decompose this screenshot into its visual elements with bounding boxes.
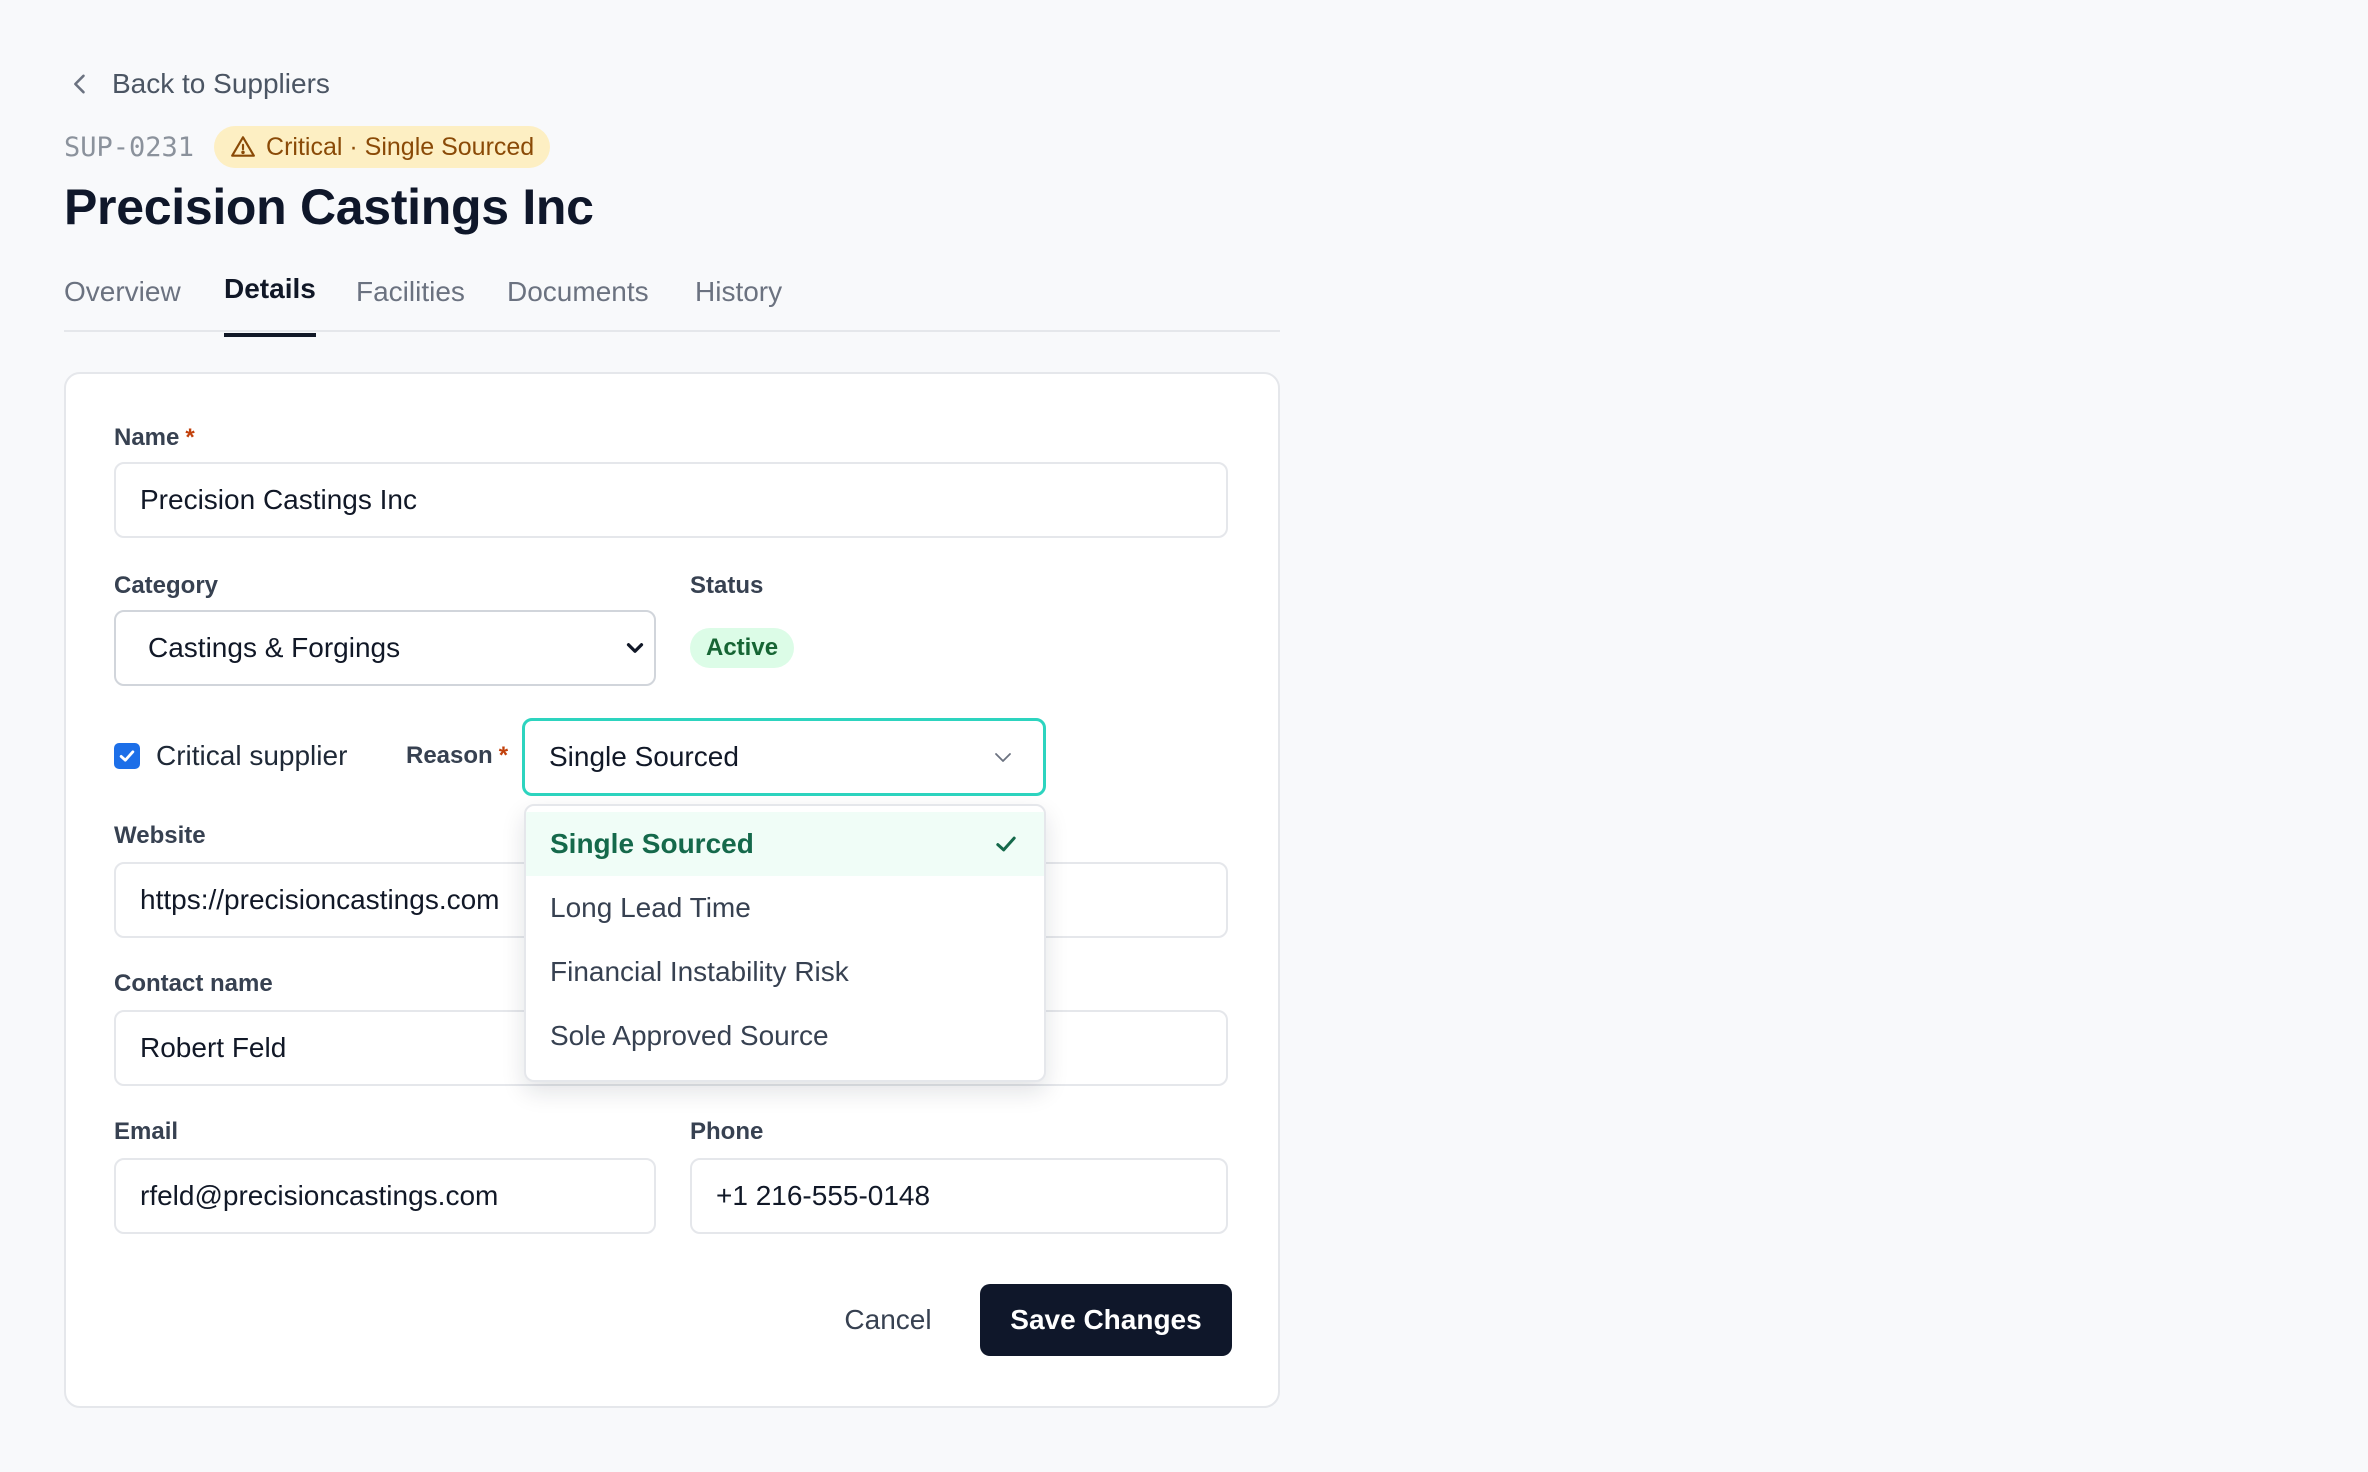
option-label: Sole Approved Source (550, 1020, 829, 1051)
warning-triangle-icon (231, 136, 255, 157)
reason-dropdown-menu: Single Sourced Long Lead Time Financial … (524, 804, 1046, 1082)
reason-option-financial-instability-risk[interactable]: Financial Instability Risk (526, 940, 1044, 1004)
reason-label: Reason * (406, 742, 508, 770)
page-title: Precision Castings Inc (64, 179, 594, 235)
phone-input[interactable]: +1 216-555-0148 (690, 1158, 1228, 1234)
critical-supplier-row: Critical supplier (114, 736, 347, 776)
supplier-id-row: SUP-0231 Critical · Single Sourced (64, 126, 551, 168)
checkmark-icon (119, 750, 135, 762)
category-label: Category (114, 572, 219, 599)
category-select[interactable]: Castings & Forgings (114, 610, 656, 686)
option-label: Financial Instability Risk (550, 956, 849, 987)
required-mark: * (185, 424, 195, 451)
tab-history[interactable]: History (695, 276, 782, 332)
tab-facilities[interactable]: Facilities (356, 276, 465, 332)
reason-value: Single Sourced (549, 741, 739, 772)
status-badge: Active (690, 628, 795, 668)
name-input[interactable]: Precision Castings Inc (114, 462, 1228, 538)
option-label: Single Sourced (550, 828, 754, 859)
chevron-down-icon (626, 643, 644, 653)
option-label: Long Lead Time (550, 892, 751, 923)
reason-option-sole-approved-source[interactable]: Sole Approved Source (526, 1004, 1044, 1068)
reason-option-single-sourced[interactable]: Single Sourced (526, 812, 1044, 876)
status-label: Status (690, 572, 764, 599)
cancel-button[interactable]: Cancel (822, 1284, 954, 1356)
critical-supplier-label: Critical supplier (156, 740, 348, 771)
critical-badge-label: Critical · Single Sourced (266, 132, 535, 161)
tab-bar: Overview Details Facilities Documents Hi… (64, 268, 1280, 337)
supplier-detail-page: Back to Suppliers SUP-0231 Critical · Si… (0, 0, 2368, 1472)
back-to-suppliers-link[interactable]: Back to Suppliers (66, 64, 330, 104)
details-form-card: Name * Precision Castings Inc Category Ca… (64, 372, 1280, 1408)
chevron-left-icon (74, 74, 85, 94)
check-icon (996, 836, 1016, 852)
critical-badge: Critical · Single Sourced (214, 126, 551, 168)
back-link-label: Back to Suppliers (112, 68, 330, 99)
reason-label-text: Reason (406, 742, 493, 769)
website-label: Website (114, 822, 206, 849)
supplier-id: SUP-0231 (64, 131, 195, 163)
reason-select[interactable]: Single Sourced (522, 718, 1046, 796)
name-label: Name * (114, 424, 195, 452)
email-label: Email (114, 1118, 179, 1145)
critical-supplier-checkbox[interactable] (114, 743, 140, 769)
email-input[interactable]: rfeld@precisioncastings.com (114, 1158, 656, 1234)
tab-overview[interactable]: Overview (64, 276, 181, 332)
category-value: Castings & Forgings (148, 632, 401, 663)
tab-details[interactable]: Details (224, 273, 316, 337)
chevron-down-icon (995, 753, 1011, 762)
save-changes-button[interactable]: Save Changes (980, 1284, 1232, 1356)
tab-documents[interactable]: Documents (507, 276, 649, 332)
phone-label: Phone (690, 1118, 764, 1145)
contact-name-label: Contact name (114, 970, 273, 997)
required-mark: * (498, 742, 509, 769)
reason-option-long-lead-time[interactable]: Long Lead Time (526, 876, 1044, 940)
name-label-text: Name (114, 424, 180, 451)
